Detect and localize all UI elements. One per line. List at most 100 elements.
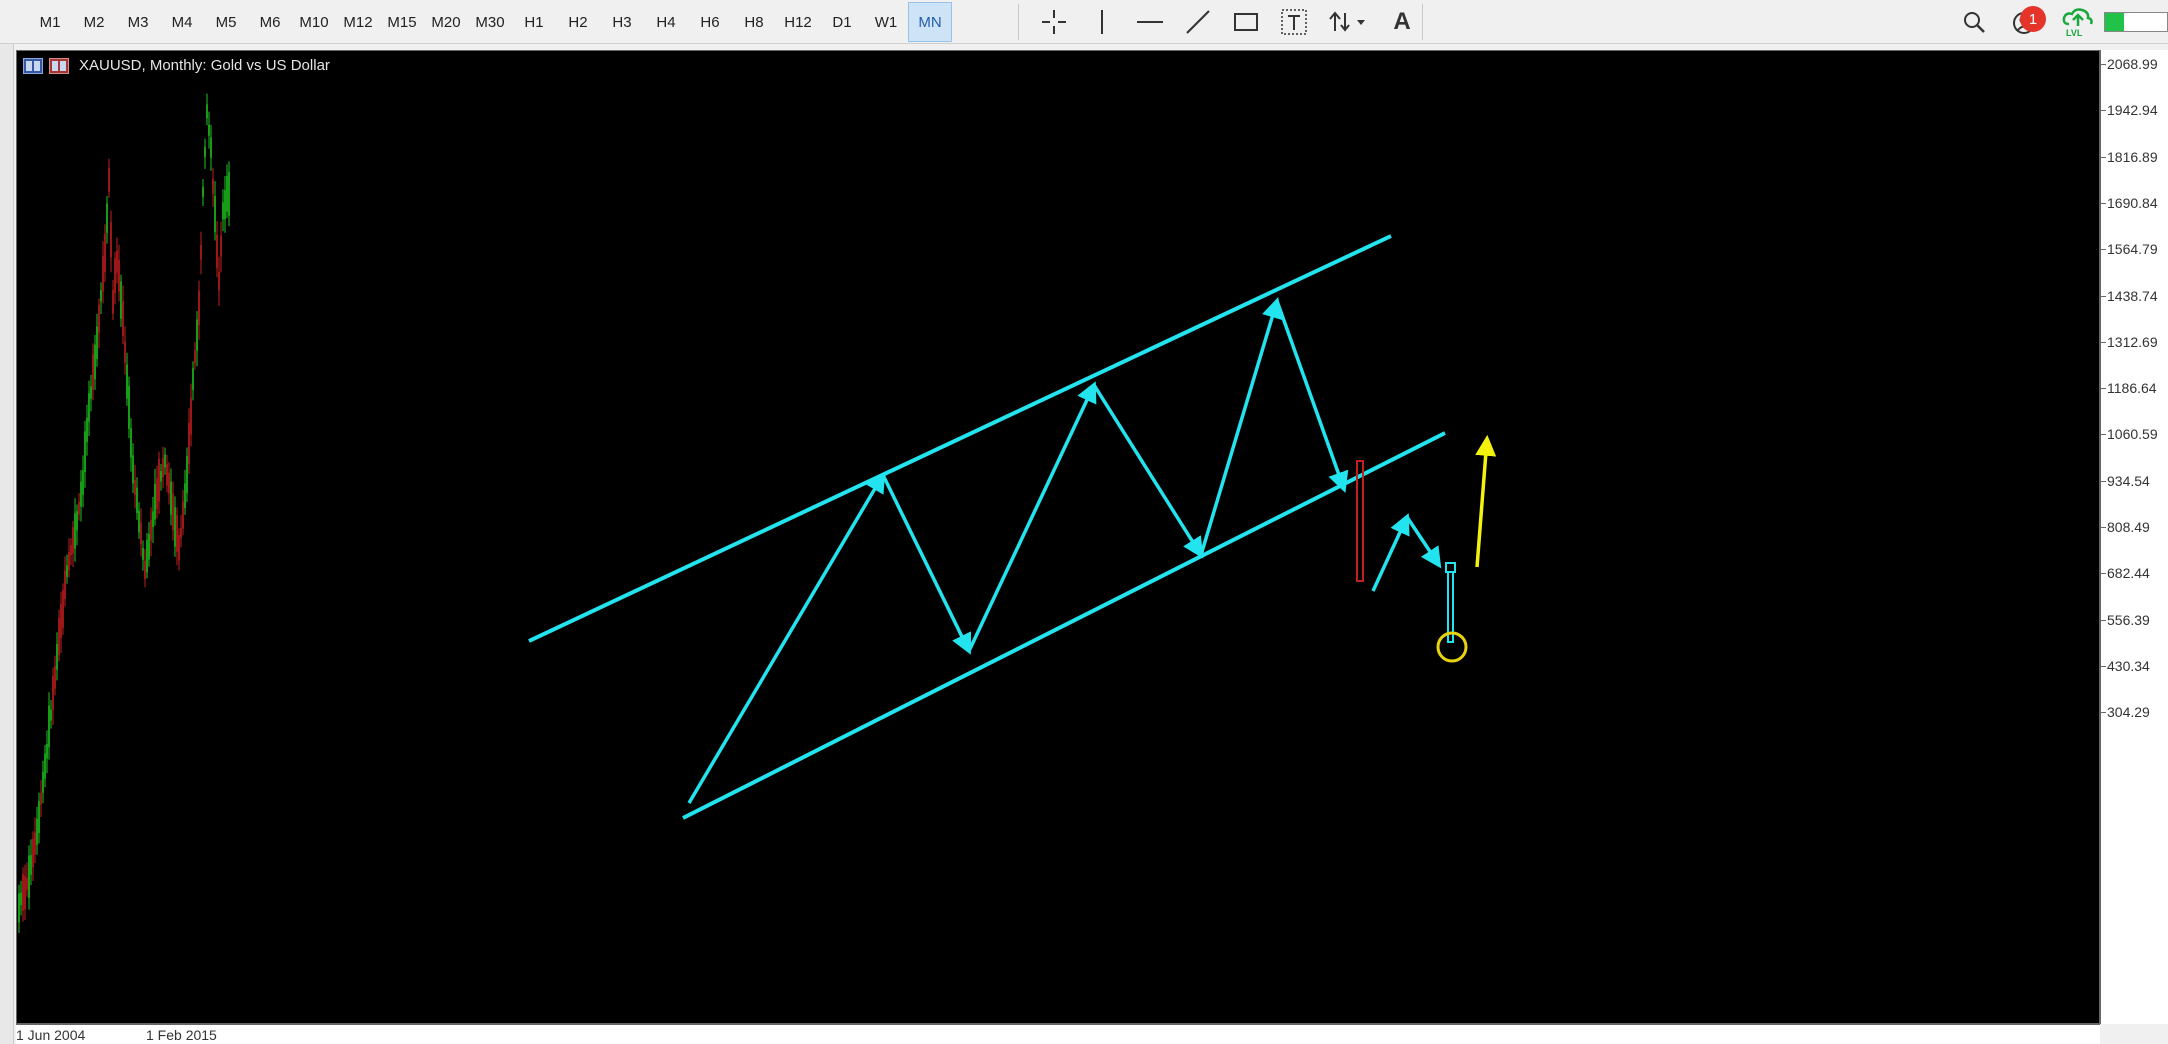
time-axis[interactable]: 1 Jun 2004 1 Feb 2015	[16, 1024, 2100, 1044]
price-axis[interactable]: 2068.99 1942.94 1816.89 1690.84 1564.79 1438.…	[2100, 50, 2168, 1024]
price-label: 1564.79	[2107, 241, 2158, 258]
zigzag-leg-2[interactable]	[881, 474, 972, 655]
chart-plot-area[interactable]: XAUUSD, Monthly: Gold vs US Dollar	[16, 50, 2100, 1024]
chart-window-icon[interactable]	[23, 57, 43, 74]
zigzag-leg-5[interactable]	[1199, 296, 1283, 556]
timeframe-m10-button[interactable]: M10	[292, 2, 336, 42]
zigzag-leg-1[interactable]	[687, 471, 886, 804]
price-tick	[2101, 202, 2106, 204]
timeframe-h1-button[interactable]: H1	[512, 2, 556, 42]
connection-bar	[2104, 12, 2168, 32]
level-button[interactable]: LVL	[2052, 2, 2104, 42]
zigzag-leg-6[interactable]	[1275, 300, 1349, 493]
price-label: 1690.84	[2107, 194, 2158, 211]
timeframe-mn-button[interactable]: MN	[908, 2, 952, 42]
status-group: 1 LVL	[1948, 0, 2168, 44]
retest-arrow-up[interactable]	[1371, 513, 1410, 592]
toolbar-separator	[1422, 4, 1423, 40]
search-icon	[1964, 12, 1985, 33]
trendline-icon	[1186, 10, 1210, 34]
crosshair-icon	[1042, 10, 1066, 34]
timeframe-h3-button[interactable]: H3	[600, 2, 644, 42]
timeframe-m15-button[interactable]: M15	[380, 2, 424, 42]
timeframe-m5-button[interactable]: M5	[204, 2, 248, 42]
timeframe-m2-button[interactable]: M2	[72, 2, 116, 42]
trading-terminal: M1 M2 M3 M4 M5 M6 M10 M12 M15 M20 M30 H1 H2 H3 H4 H6 H8 H…	[0, 0, 2168, 1044]
price-tick	[2101, 665, 2106, 667]
time-label: 1 Feb 2015	[146, 1027, 217, 1043]
text-icon	[1281, 9, 1307, 35]
timeframe-m20-button[interactable]: M20	[424, 2, 468, 42]
horizontal-line-icon	[1137, 21, 1163, 23]
vertical-line-icon	[1101, 10, 1103, 34]
price-tick	[2101, 156, 2106, 158]
text-label-icon: A	[1393, 8, 1411, 35]
breakout-candle-box[interactable]	[1356, 460, 1364, 582]
rectangle-icon	[1234, 13, 1258, 31]
time-label: 1 Jun 2004	[16, 1027, 86, 1043]
timeframe-m6-button[interactable]: M6	[248, 2, 292, 42]
drawings-layer	[528, 234, 1497, 820]
price-label: 1942.94	[2107, 102, 2158, 119]
account-button[interactable]: 1	[2000, 2, 2052, 42]
timeframe-w1-button[interactable]: W1	[864, 2, 908, 42]
price-label: 1438.74	[2107, 287, 2158, 304]
price-label: 1312.69	[2107, 333, 2158, 350]
price-label: 2068.99	[2107, 56, 2158, 72]
vertical-line-button[interactable]	[1078, 2, 1126, 42]
price-tick	[2101, 712, 2106, 714]
price-tick	[2101, 573, 2106, 575]
price-tick	[2101, 64, 2106, 65]
chart-symbol-icon[interactable]	[49, 57, 69, 74]
retest-candle-top[interactable]	[1445, 562, 1456, 573]
horizontal-line-button[interactable]	[1126, 2, 1174, 42]
timeframe-m4-button[interactable]: M4	[160, 2, 204, 42]
timeframe-h2-button[interactable]: H2	[556, 2, 600, 42]
timeframe-h4-button[interactable]: H4	[644, 2, 688, 42]
zigzag-leg-4[interactable]	[1092, 384, 1204, 559]
channel-lower-line[interactable]	[682, 431, 1446, 820]
timeframe-m30-button[interactable]: M30	[468, 2, 512, 42]
retest-arrow-down[interactable]	[1405, 516, 1442, 569]
price-tick	[2101, 619, 2106, 621]
svg-text:LVL: LVL	[2066, 28, 2083, 38]
connection-level-fill	[2105, 13, 2124, 31]
timeframe-h12-button[interactable]: H12	[776, 2, 820, 42]
search-button[interactable]	[1948, 2, 2000, 42]
price-label: 304.29	[2107, 704, 2150, 721]
trendline-button[interactable]	[1174, 2, 1222, 42]
arrows-button[interactable]	[1318, 2, 1378, 42]
notification-badge: 1	[2020, 6, 2046, 32]
price-tick	[2101, 295, 2106, 297]
price-label: 556.39	[2107, 611, 2150, 628]
price-tick	[2101, 527, 2106, 528]
drawing-tools-group: A	[1030, 0, 1426, 44]
price-tick	[2101, 434, 2106, 436]
chart-header: XAUUSD, Monthly: Gold vs US Dollar	[23, 57, 330, 74]
price-label: 808.49	[2107, 519, 2150, 535]
channel-upper-line[interactable]	[528, 234, 1392, 643]
target-arrow[interactable]	[1475, 434, 1497, 568]
timeframe-m12-button[interactable]: M12	[336, 2, 380, 42]
timeframe-h8-button[interactable]: H8	[732, 2, 776, 42]
crosshair-button[interactable]	[1030, 2, 1078, 42]
price-tick	[2101, 341, 2106, 343]
chart-title: XAUUSD, Monthly: Gold vs US Dollar	[79, 57, 330, 74]
left-panel-edge[interactable]	[0, 44, 14, 1044]
timeframe-m1-button[interactable]: M1	[28, 2, 72, 42]
price-tick	[2101, 249, 2106, 251]
text-button[interactable]	[1270, 2, 1318, 42]
price-tick	[2101, 110, 2106, 112]
toolbar-separator	[1018, 4, 1019, 40]
timeframe-h6-button[interactable]: H6	[688, 2, 732, 42]
text-label-button[interactable]: A	[1378, 2, 1426, 42]
retest-candle-body[interactable]	[1447, 571, 1454, 643]
timeframe-d1-button[interactable]: D1	[820, 2, 864, 42]
chart-window: XAUUSD, Monthly: Gold vs US Dollar 2068.…	[14, 50, 2168, 1044]
cloud-level-icon: LVL	[2062, 8, 2093, 38]
price-tick	[2101, 388, 2106, 390]
price-label: 682.44	[2107, 565, 2150, 582]
price-label: 430.34	[2107, 657, 2150, 674]
rectangle-button[interactable]	[1222, 2, 1270, 42]
timeframe-m3-button[interactable]: M3	[116, 2, 160, 42]
